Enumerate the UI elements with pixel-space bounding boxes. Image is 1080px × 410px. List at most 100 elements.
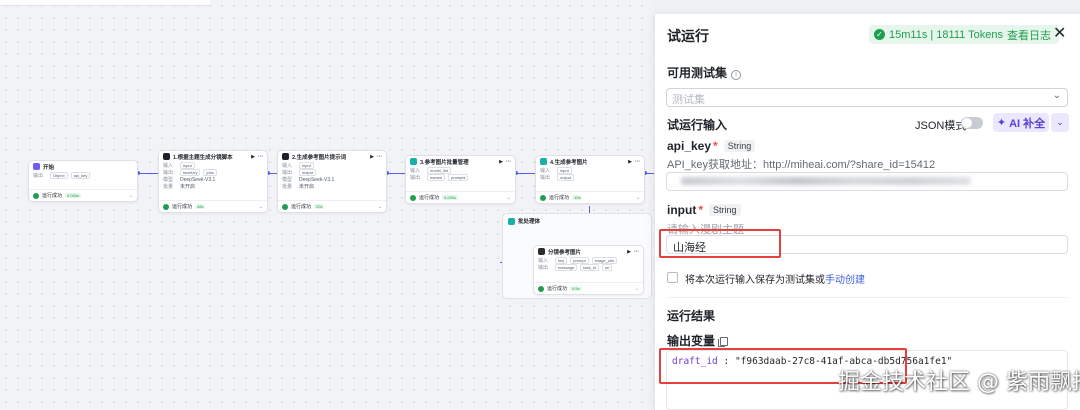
testset-section-title: 可用测试集 i (667, 64, 742, 81)
node-gen-ref[interactable]: 4.生成参考图片 ▶ ··· 输入 input 输出 output 运行成功 10s ⌄ (535, 155, 645, 204)
chip: input (180, 162, 195, 169)
play-icon[interactable]: ▶ (499, 159, 503, 165)
node-status[interactable]: 运行成功 0.000s ⌄ (406, 191, 515, 203)
node-prompt[interactable]: 2.生成参考图片提示词 ▶ ··· 输入 input 输出 output 模型 DeepS… (277, 150, 387, 213)
close-icon[interactable]: ✕ (1053, 23, 1066, 43)
type-tag: String (709, 204, 741, 216)
chevron-down-icon[interactable]: ⌄ (129, 193, 133, 199)
row-key: 输出 (163, 170, 174, 176)
loop-title: 批处理体 (518, 219, 541, 225)
manual-create-link[interactable]: 手动创建 (825, 275, 865, 286)
chevron-down-icon[interactable]: ⌄ (507, 195, 511, 201)
play-icon[interactable]: ▶ (370, 154, 374, 160)
play-icon[interactable]: ▶ (628, 159, 632, 165)
panel-title: 试运行 (667, 28, 709, 44)
node-status[interactable]: 运行成功 0.5s ⌄ (534, 282, 643, 294)
chip: prompt (570, 257, 589, 264)
watermark-text: 掘金技术社区 @ 紫雨飘扬 (838, 370, 1080, 395)
time-badge: 20s (314, 204, 325, 209)
chevron-down-icon[interactable]: ⌄ (378, 204, 382, 210)
node-script[interactable]: 1.根据主题生成分镜脚本 ▶ ··· 输入 input 输出 faceKey jobs 模… (158, 150, 268, 213)
play-icon[interactable]: ▶ (251, 154, 255, 160)
node-title: 开始 (43, 164, 55, 171)
status-text: 运行成功 (172, 204, 193, 210)
node-status[interactable]: 运行成功 48s ⌄ (159, 200, 267, 212)
divider (667, 297, 1068, 298)
result-section-title: 运行结果 (667, 309, 716, 323)
chevron-down-icon[interactable]: ⌄ (635, 286, 639, 292)
workflow-canvas[interactable]: 开始 输出 Object api_key 运行成功 0.000s ⌄ 1.根据主题生成分… (0, 0, 654, 410)
more-icon[interactable]: ··· (506, 159, 511, 165)
row-key: 输出 (33, 173, 44, 179)
ai-fill-dropdown-icon[interactable]: ⌄ (1051, 113, 1069, 132)
input-section-title: 试运行输入 (667, 118, 728, 132)
row-key: 模型 (282, 177, 293, 183)
run-status-badge[interactable]: ✓ 15m11s | 18111 Tokens 查看日志 (869, 25, 1059, 44)
status-text: 运行成功 (547, 286, 568, 292)
node-batch-image[interactable]: 分镜参考图片 ▶ ··· 输入 key prompt image_urls 输出 messa… (533, 245, 644, 295)
chip: faceKey (180, 169, 201, 176)
node-start[interactable]: 开始 输出 Object api_key 运行成功 0.000s ⌄ (28, 160, 138, 202)
more-icon[interactable]: ··· (258, 154, 263, 160)
chip: input (299, 162, 314, 169)
row-key: 批量 (282, 184, 293, 190)
panel-header: 试运行 ✓ 15m11s | 18111 Tokens 查看日志 ✕ (655, 14, 1080, 56)
save-testset-label: 将本次运行输入保存为测试集或手动创建 (685, 271, 865, 286)
chip: api_key (70, 172, 91, 179)
status-text: 运行成功 (419, 195, 440, 201)
model-name: DeepSeek-V3.1 (180, 176, 216, 183)
testset-title-text: 可用测试集 (667, 66, 728, 80)
api-key-input[interactable] (666, 172, 1068, 191)
more-icon[interactable]: ··· (635, 159, 640, 165)
chip: url (601, 264, 613, 271)
field-name: api_key (667, 139, 712, 153)
api-key-description: API_key获取地址：http://miheai.com/?share_id=… (667, 159, 936, 171)
node-status[interactable]: 运行成功 20s ⌄ (278, 200, 386, 212)
view-log-link[interactable]: 查看日志 (1007, 27, 1051, 43)
ai-fill-button[interactable]: ✦ AI 补全 (993, 113, 1049, 132)
save-testset-checkbox[interactable] (667, 272, 678, 283)
row-key: 输出 (410, 175, 421, 181)
json-mode-label: JSON模式 (915, 120, 967, 132)
chevron-down-icon[interactable]: ⌄ (259, 204, 263, 210)
llm-icon (163, 153, 170, 160)
copy-icon[interactable] (718, 337, 729, 347)
node-title: 1.根据主题生成分镜脚本 (173, 154, 233, 161)
type-tag: String (723, 140, 756, 152)
more-icon[interactable]: ··· (377, 154, 382, 160)
sparkle-icon: ✦ (996, 117, 1007, 129)
edge-refimg-genref (516, 173, 536, 174)
json-mode-toggle[interactable] (961, 117, 983, 129)
node-status[interactable]: 运行成功 10s ⌄ (536, 191, 644, 203)
more-icon[interactable]: ··· (634, 249, 639, 255)
ai-fill-label: AI 补全 (1009, 117, 1046, 130)
node-ref-image[interactable]: 3.参考图片批量管理 ▶ ··· 输入 model_list 输出 names promp… (405, 155, 516, 204)
success-icon (540, 194, 546, 201)
row-key: 批量 (163, 184, 174, 190)
node-status[interactable]: 运行成功 0.000s ⌄ (29, 189, 137, 201)
chip: prompts (448, 174, 469, 181)
chip: image_urls (591, 257, 618, 264)
time-badge: 0.000s (442, 195, 459, 200)
chevron-down-icon[interactable]: ⌄ (636, 195, 640, 201)
success-icon (538, 285, 544, 292)
node-title: 分镜参考图片 (548, 249, 582, 256)
model-name: DeepSeek-V3.1 (299, 176, 335, 183)
batch-value: 未开启 (180, 184, 196, 190)
status-text: 运行成功 (549, 195, 570, 201)
output-title-text: 输出变量 (667, 334, 716, 348)
testset-select[interactable]: 测试集 ⌄ (666, 88, 1068, 107)
chip: task_id (580, 264, 599, 271)
batch-value: 未开启 (299, 184, 315, 190)
row-key: 输入 (410, 168, 421, 174)
image-gen-icon (538, 248, 545, 255)
play-icon[interactable]: ▶ (627, 249, 631, 255)
chip: jobs (203, 169, 217, 176)
row-key: 输入 (538, 258, 549, 264)
success-icon (33, 192, 39, 199)
row-key: 输入 (163, 163, 174, 169)
chip: input (557, 167, 572, 174)
node-title: 2.生成参考图片提示词 (292, 154, 347, 161)
row-key: 输出 (540, 175, 551, 181)
info-icon[interactable]: i (731, 70, 742, 80)
